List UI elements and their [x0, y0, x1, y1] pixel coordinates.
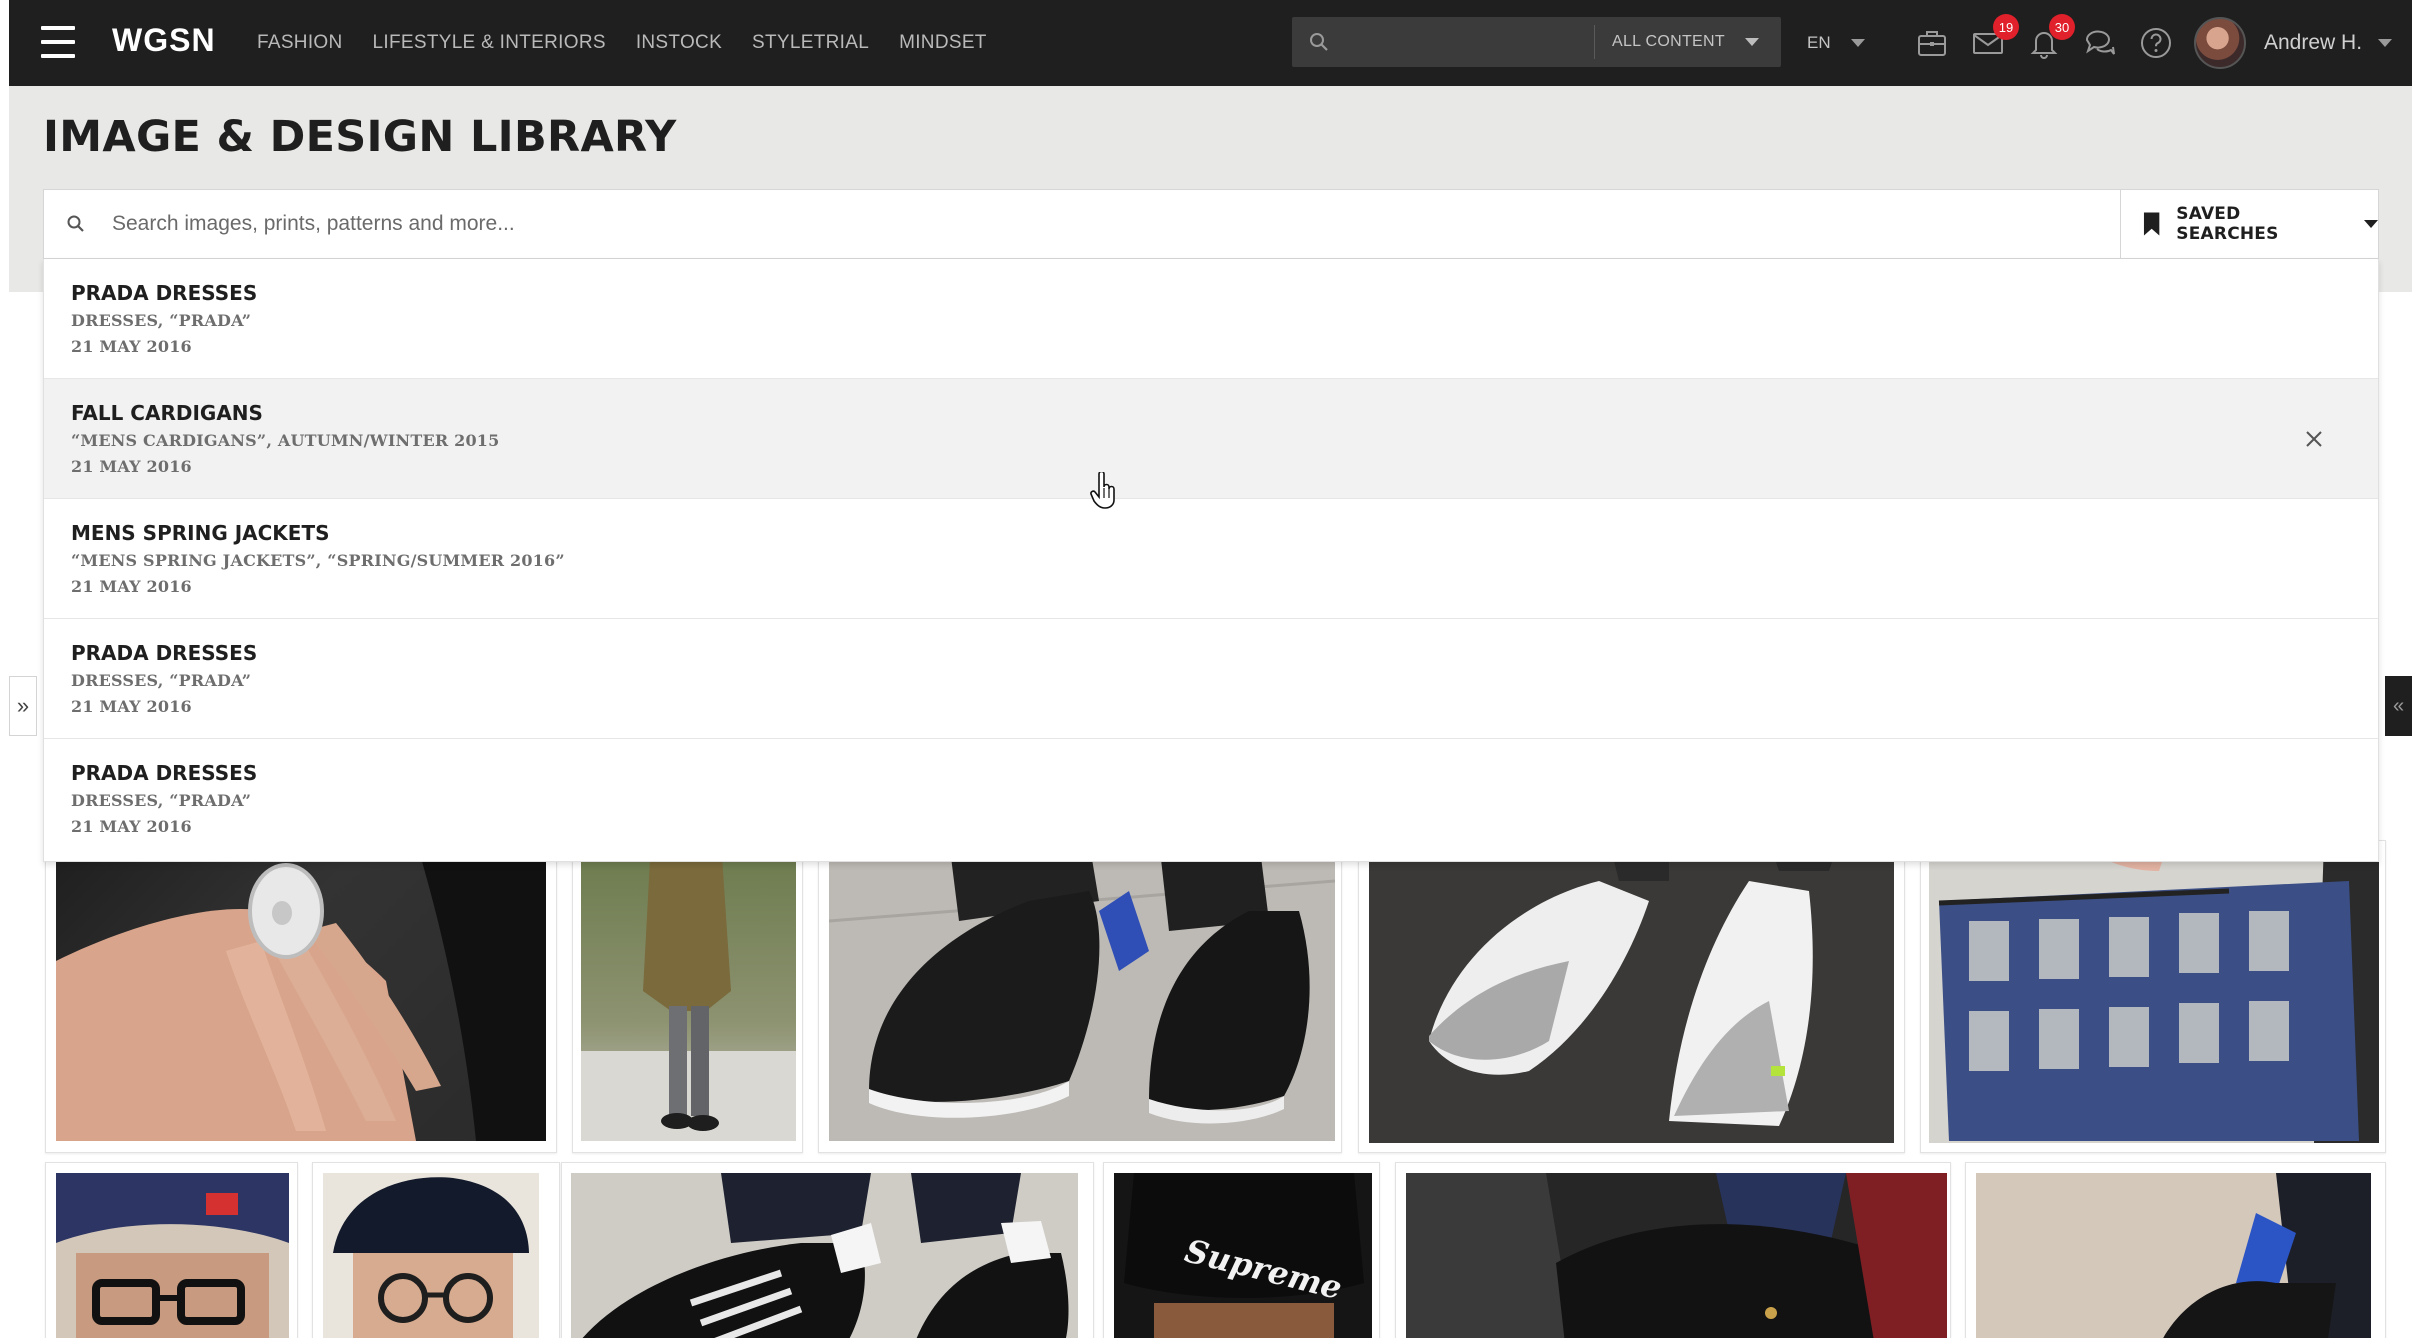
mail-count-badge: 19 — [1993, 14, 2019, 40]
library-search-bar: SAVED SEARCHES — [43, 189, 2379, 259]
saved-search-terms: DRESSES, “PRADA” — [71, 671, 252, 690]
image-card[interactable] — [572, 840, 803, 1153]
page: WGSN FASHION LIFESTYLE & INTERIORS INSTO… — [0, 0, 2421, 1338]
saved-search-item[interactable]: PRADA DRESSES DRESSES, “PRADA” 21 MAY 20… — [44, 739, 2378, 859]
saved-search-item[interactable]: MENS SPRING JACKETS “MENS SPRING JACKETS… — [44, 499, 2378, 619]
saved-search-item[interactable]: PRADA DRESSES DRESSES, “PRADA” 21 MAY 20… — [44, 259, 2378, 379]
saved-search-title: MENS SPRING JACKETS — [71, 521, 330, 545]
image-card[interactable] — [561, 1162, 1094, 1338]
image-black-slip-on-shoes — [829, 841, 1335, 1141]
user-menu[interactable]: Andrew H. — [2194, 0, 2393, 86]
chat-icon[interactable] — [2083, 26, 2117, 60]
image-supreme-black-beanie: Supreme — [1114, 1173, 1372, 1338]
notifications-button[interactable]: 30 — [2027, 14, 2075, 60]
chevron-down-icon — [1850, 39, 1865, 47]
chevron-down-icon — [1744, 38, 1759, 46]
hand-cursor-icon — [1090, 472, 1115, 509]
saved-search-terms: “MENS CARDIGANS”, AUTUMN/WINTER 2015 — [71, 431, 500, 450]
saved-search-date: 21 MAY 2016 — [71, 577, 192, 596]
nav-instock[interactable]: INSTOCK — [636, 32, 722, 54]
image-card[interactable] — [818, 840, 1342, 1153]
image-card[interactable] — [1395, 1162, 1951, 1338]
saved-search-date: 21 MAY 2016 — [71, 337, 192, 356]
image-card[interactable] — [1920, 840, 2386, 1153]
bookmark-icon — [2143, 212, 2160, 236]
image-card[interactable] — [45, 1162, 298, 1338]
search-icon — [1310, 33, 1328, 51]
saved-search-terms: DRESSES, “PRADA” — [71, 791, 252, 810]
library-search-input[interactable] — [112, 190, 2152, 258]
chevron-down-icon — [2378, 39, 2393, 47]
main-nav: FASHION LIFESTYLE & INTERIORS INSTOCK ST… — [257, 0, 987, 86]
image-card[interactable] — [1965, 1162, 2386, 1338]
top-navigation-bar: WGSN FASHION LIFESTYLE & INTERIORS INSTO… — [9, 0, 2412, 86]
nav-fashion[interactable]: FASHION — [257, 32, 343, 54]
double-chevron-right-icon: » — [16, 693, 30, 718]
image-card[interactable]: Supreme — [1103, 1162, 1380, 1338]
language-selector[interactable]: EN — [1807, 0, 1865, 86]
image-man-in-olive-coat — [581, 841, 796, 1141]
saved-search-terms: DRESSES, “PRADA” — [71, 311, 252, 330]
saved-search-title: PRADA DRESSES — [71, 761, 258, 785]
saved-search-item[interactable]: PRADA DRESSES DRESSES, “PRADA” 21 MAY 20… — [44, 619, 2378, 739]
saved-search-item[interactable]: FALL CARDIGANS “MENS CARDIGANS”, AUTUMN/… — [44, 379, 2378, 499]
page-title: IMAGE & DESIGN LIBRARY — [43, 112, 677, 162]
saved-searches-button[interactable]: SAVED SEARCHES — [2120, 190, 2378, 258]
notifications-count-badge: 30 — [2049, 14, 2075, 40]
saved-search-title: PRADA DRESSES — [71, 641, 258, 665]
saved-search-title: FALL CARDIGANS — [71, 401, 263, 425]
image-navy-cap-with-glasses — [56, 1173, 289, 1338]
left-gutter — [0, 0, 9, 1338]
saved-searches-dropdown: PRADA DRESSES DRESSES, “PRADA” 21 MAY 20… — [43, 259, 2379, 862]
search-scope-label: ALL CONTENT — [1612, 33, 1725, 50]
expand-left-panel-button[interactable]: » — [9, 676, 37, 736]
image-black-adidas-sneakers — [571, 1173, 1078, 1338]
search-divider — [1594, 25, 1595, 59]
user-name: Andrew H. — [2264, 31, 2363, 54]
search-scope-dropdown[interactable]: ALL CONTENT — [1612, 17, 1759, 67]
image-leather-bag-with-jacket — [1406, 1173, 1947, 1338]
saved-search-terms: “MENS SPRING JACKETS”, “SPRING/SUMMER 20… — [71, 551, 565, 570]
language-label: EN — [1807, 33, 1831, 52]
close-icon[interactable] — [2304, 429, 2324, 449]
image-card[interactable] — [1358, 840, 1905, 1153]
nav-mindset[interactable]: MINDSET — [899, 32, 987, 54]
help-icon[interactable] — [2139, 26, 2173, 60]
image-card[interactable] — [312, 1162, 560, 1338]
avatar — [2194, 17, 2246, 69]
double-chevron-left-icon: « — [2392, 694, 2405, 717]
saved-search-date: 21 MAY 2016 — [71, 697, 192, 716]
right-gutter — [2412, 0, 2421, 1338]
search-icon — [67, 215, 84, 232]
chevron-down-icon — [2364, 220, 2378, 228]
wgsn-logo[interactable]: WGSN — [112, 22, 216, 59]
mail-button[interactable]: 19 — [1971, 14, 2019, 60]
image-card[interactable] — [45, 840, 557, 1153]
nav-styletrial[interactable]: STYLETRIAL — [752, 32, 869, 54]
expand-right-panel-button[interactable]: « — [2385, 676, 2412, 736]
briefcase-icon[interactable] — [1915, 26, 1949, 60]
saved-search-date: 21 MAY 2016 — [71, 457, 192, 476]
saved-search-date: 21 MAY 2016 — [71, 817, 192, 836]
image-black-shoe-with-blue-sock — [1976, 1173, 2371, 1338]
image-patterned-clutch-bag — [1929, 841, 2379, 1143]
image-black-beret-with-glasses — [323, 1173, 539, 1338]
image-hand-with-ring — [56, 841, 546, 1141]
nav-lifestyle-interiors[interactable]: LIFESTYLE & INTERIORS — [373, 32, 606, 54]
saved-searches-label: SAVED SEARCHES — [2176, 204, 2279, 244]
hamburger-menu-icon[interactable] — [41, 26, 75, 58]
global-search-box[interactable]: ALL CONTENT — [1292, 17, 1781, 67]
image-grey-white-sneakers — [1369, 841, 1894, 1143]
saved-search-title: PRADA DRESSES — [71, 281, 258, 305]
